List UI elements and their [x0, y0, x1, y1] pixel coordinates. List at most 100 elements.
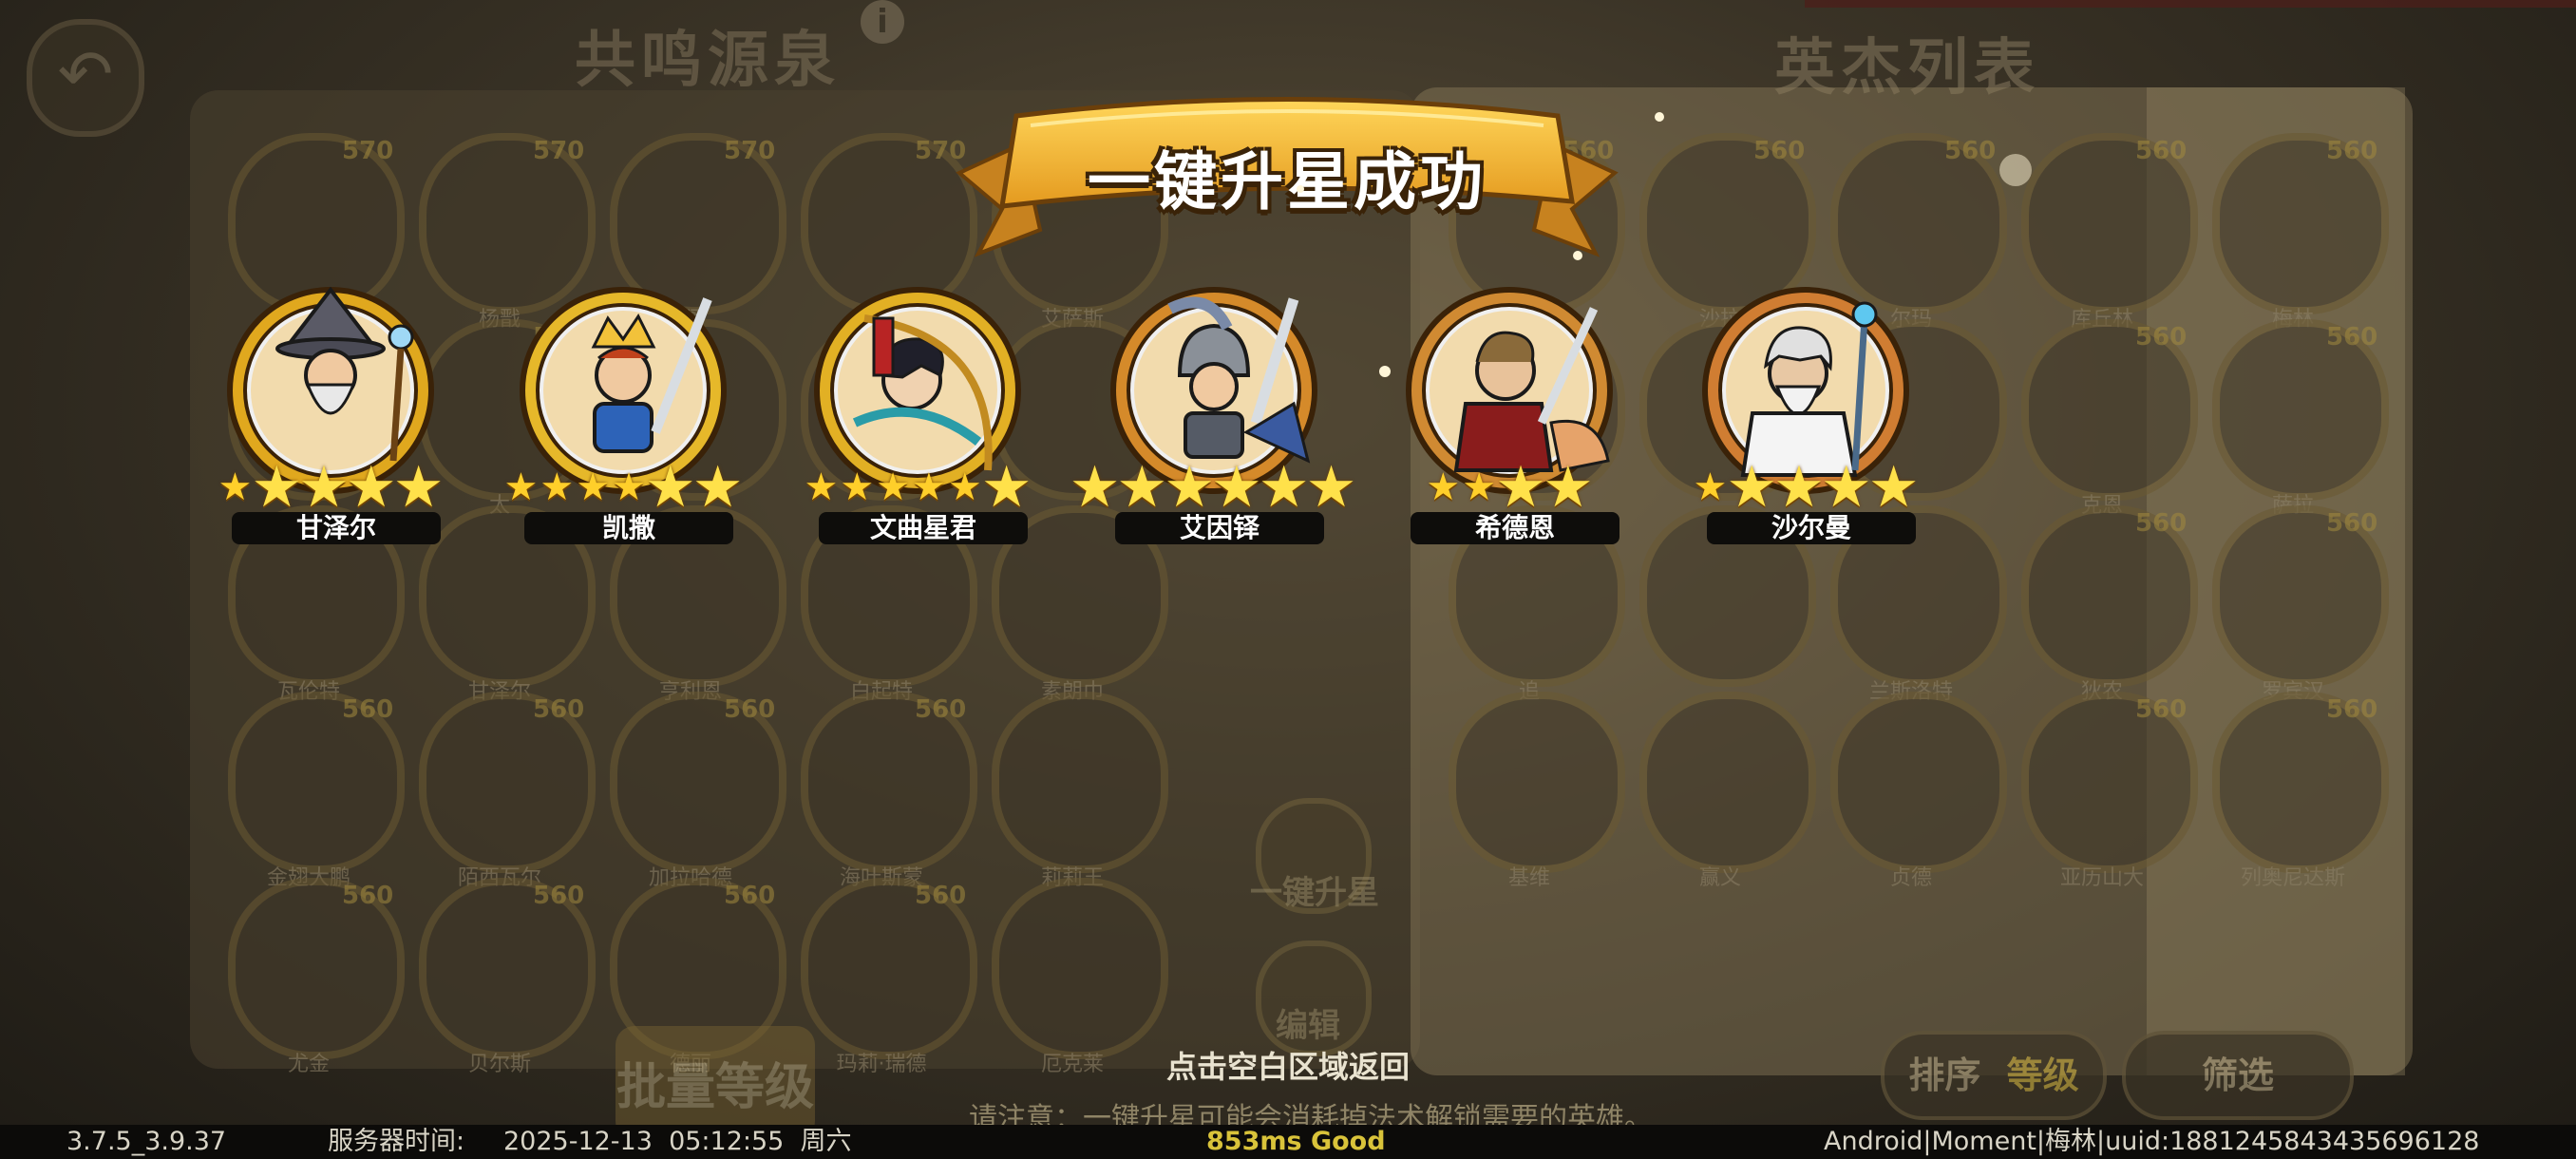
star-icon: ★: [1773, 454, 1825, 521]
sparkle: [1573, 251, 1582, 260]
hero-card: ★ ★ ★ ★ ★ ★ 艾因铎: [1069, 280, 1357, 546]
star-icon: ★: [876, 466, 911, 509]
sparkle: [1297, 185, 1304, 193]
left-hero-card[interactable]: [992, 692, 1168, 873]
left-hero-level: 570: [533, 137, 585, 165]
star-icon: ★: [612, 466, 646, 509]
left-hero-level: 560: [915, 882, 967, 910]
edit-label: 编辑: [1276, 1007, 1340, 1045]
left-hero-level: 560: [724, 695, 776, 724]
right-hero-card[interactable]: [1639, 692, 1816, 873]
star-icon: ★: [804, 466, 839, 509]
star-icon: ★: [576, 466, 611, 509]
resonance-title: 共鸣源泉: [575, 26, 841, 96]
filter-button[interactable]: 筛选: [2122, 1031, 2354, 1120]
hero-name: 甘泽尔: [232, 512, 441, 544]
right-hero-level: 560: [1753, 137, 1806, 165]
star-icon: ★: [1726, 454, 1778, 521]
star-icon: ★: [1462, 466, 1497, 509]
star-icon: ★: [298, 454, 350, 521]
star-icon: ★: [980, 454, 1032, 521]
left-hero-name: 贝尔斯: [467, 1053, 531, 1076]
star-icon: ★: [1258, 454, 1310, 521]
right-hero-card[interactable]: [1830, 692, 2007, 873]
star-icon: ★: [840, 466, 875, 509]
hero-card: ★ ★ ★ ★ 希德恩: [1366, 280, 1651, 546]
sparkle: [1655, 112, 1664, 122]
sort-button[interactable]: 排序 等级: [1881, 1031, 2107, 1120]
info-icon[interactable]: i: [861, 0, 904, 44]
right-hero-name: 列奥尼达斯: [2240, 866, 2345, 890]
hero-name: 艾因铎: [1115, 512, 1324, 544]
left-hero-level: 560: [724, 882, 776, 910]
right-hero-name: 贞德: [1889, 866, 1932, 890]
left-hero-card[interactable]: [992, 878, 1168, 1059]
hero-star-rating: ★ ★ ★ ★ ★ ★: [774, 459, 1059, 516]
left-hero-name: 玛莉·瑞德: [836, 1053, 927, 1076]
left-hero-name: 尤金: [287, 1053, 330, 1076]
star-icon: ★: [392, 454, 445, 521]
batch-level-button[interactable]: 批量等级: [616, 1026, 815, 1140]
right-hero-level: 560: [2326, 323, 2378, 352]
left-hero-level: 570: [724, 137, 776, 165]
top-accent-line: [1805, 0, 2576, 8]
banner-title: 一键升星成功: [1088, 145, 1487, 218]
hero-card: ★ ★ ★ ★ ★ ★ 文曲星君: [774, 280, 1059, 546]
right-hero-card[interactable]: [1449, 692, 1625, 873]
star-icon: ★: [503, 466, 539, 509]
left-hero-level: 560: [533, 695, 585, 724]
left-hero-level: 570: [342, 137, 394, 165]
right-hero-level: 560: [2326, 695, 2378, 724]
server-time-value: 2025-12-13 05:12:55 周六: [503, 1127, 852, 1156]
right-hero-level: 560: [2135, 509, 2188, 538]
back-arrow-icon: ↶: [57, 35, 114, 113]
left-hero-level: 560: [342, 695, 394, 724]
hero-star-rating: ★ ★ ★ ★: [1366, 459, 1651, 516]
star-icon: ★: [251, 454, 303, 521]
star-icon: ★: [947, 466, 982, 509]
device-info-text: Android|Moment|梅林|uuid:18812458434356961…: [1824, 1127, 2480, 1156]
game-screen[interactable]: ↶ 共鸣源泉 i 英杰列表 570570杨戬570羿570孙膑艾萨斯560560…: [0, 0, 2576, 1159]
right-hero-level: 560: [2135, 323, 2188, 352]
success-banner: 一键升星成功: [950, 87, 1624, 263]
ping-text: 853ms Good: [1206, 1127, 1386, 1156]
star-icon: ★: [1426, 466, 1461, 509]
hero-star-rating: ★ ★ ★ ★ ★ ★: [480, 459, 765, 516]
sparkle: [1999, 154, 2032, 186]
right-hero-level: 560: [2326, 137, 2378, 165]
hero-card: ★ ★ ★ ★ ★ ★ 凯撒: [480, 280, 765, 546]
server-time-label: 服务器时间:: [328, 1127, 465, 1156]
star-icon: ★: [345, 454, 397, 521]
right-hero-level: 560: [2326, 509, 2378, 538]
left-hero-level: 560: [342, 882, 394, 910]
star-icon: ★: [1164, 454, 1215, 521]
hero-name: 文曲星君: [819, 512, 1028, 544]
right-hero-name: 基维: [1507, 866, 1550, 890]
hero-star-rating: ★ ★ ★ ★ ★ ★: [1069, 454, 1357, 521]
hero-name: 凯撒: [524, 512, 733, 544]
sort-label: 排序: [1908, 1054, 1981, 1096]
right-hero-name: 赢义: [1698, 866, 1741, 890]
right-hero-name: 亚历山大: [2059, 866, 2144, 890]
back-button[interactable]: ↶: [27, 19, 144, 137]
right-hero-level: 560: [2135, 137, 2188, 165]
hero-name: 沙尔曼: [1707, 512, 1916, 544]
star-icon: ★: [691, 454, 744, 521]
star-icon: ★: [912, 466, 946, 509]
hero-card: ★ ★ ★ ★ ★ 沙尔曼: [1662, 280, 1947, 546]
star-icon: ★: [1542, 454, 1594, 521]
star-icon: ★: [1693, 466, 1728, 509]
star-icon: ★: [218, 466, 253, 509]
star-icon: ★: [644, 454, 696, 521]
hero-card: ★ ★ ★ ★ ★ 甘泽尔: [187, 280, 472, 546]
star-icon: ★: [540, 466, 575, 509]
hero-star-rating: ★ ★ ★ ★ ★: [1662, 459, 1947, 516]
star-icon: ★: [1305, 454, 1357, 521]
right-hero-level: 560: [2135, 695, 2188, 724]
hero-name: 希德恩: [1411, 512, 1619, 544]
version-text: 3.7.5_3.9.37: [66, 1127, 227, 1156]
star-icon: ★: [1211, 454, 1262, 521]
hero-star-rating: ★ ★ ★ ★ ★: [187, 459, 472, 516]
right-hero-level: 560: [1944, 137, 1997, 165]
star-icon: ★: [1069, 454, 1121, 521]
